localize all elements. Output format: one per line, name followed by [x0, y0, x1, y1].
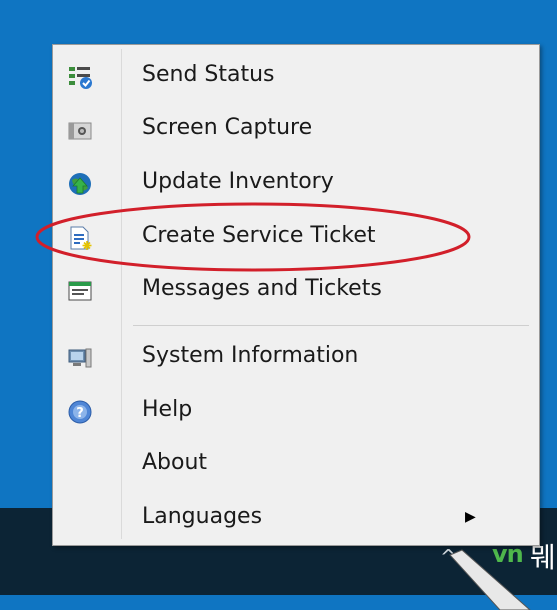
menu-item-label: Help [142, 397, 193, 422]
menu-separator [133, 325, 529, 326]
menu-item-about[interactable]: About [53, 441, 539, 487]
send-status-icon [69, 67, 92, 89]
svg-text:?: ? [76, 406, 84, 421]
globe-update-icon [69, 173, 91, 195]
menu-item-help[interactable]: ? Help [53, 388, 539, 434]
menu-item-label: Screen Capture [142, 115, 313, 140]
menu-item-label: System Information [142, 343, 359, 368]
context-menu: Send Status Screen Capture Update Invent… [52, 44, 540, 546]
menu-item-screen-capture[interactable]: Screen Capture [53, 106, 539, 152]
help-icon: ? [68, 400, 92, 424]
callout-pointer [449, 549, 531, 610]
computer-icon [68, 348, 92, 368]
menu-item-label: Languages [142, 504, 263, 529]
menu-item-label: About [142, 450, 208, 475]
menu-item-languages[interactable]: Languages ▶ [53, 495, 539, 541]
menu-item-label: Send Status [142, 62, 275, 87]
messages-icon [68, 281, 92, 301]
highlight-ellipse-annotation [35, 202, 471, 272]
menu-item-send-status[interactable]: Send Status [53, 53, 539, 99]
submenu-arrow-icon: ▶ [465, 509, 476, 525]
menu-item-label: Messages and Tickets [142, 276, 382, 301]
camera-icon [68, 122, 92, 140]
menu-item-system-information[interactable]: System Information [53, 334, 539, 380]
menu-item-messages-and-tickets[interactable]: Messages and Tickets [53, 267, 539, 313]
menu-item-update-inventory[interactable]: Update Inventory [53, 160, 539, 206]
menu-item-label: Update Inventory [142, 169, 334, 194]
